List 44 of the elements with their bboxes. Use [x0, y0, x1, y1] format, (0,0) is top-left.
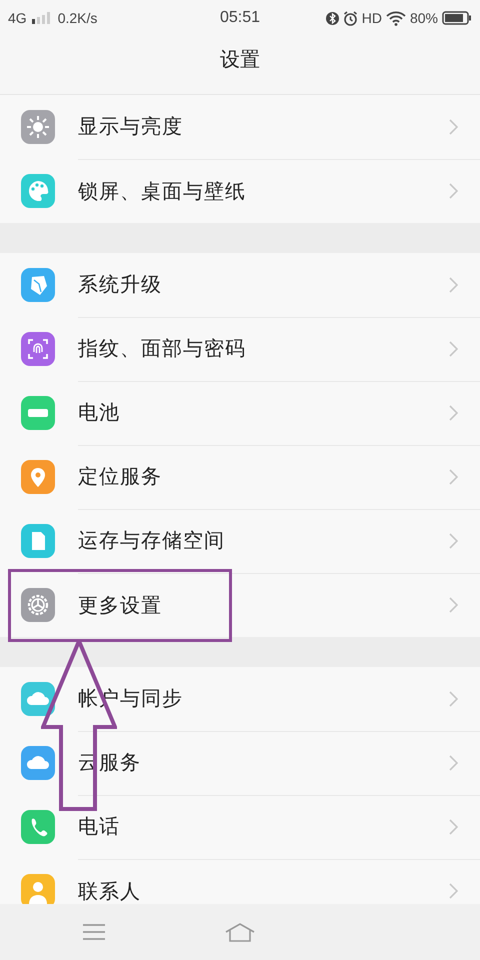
chevron-icon [449, 469, 458, 485]
clock: 05:51 [220, 9, 260, 27]
chevron-icon [449, 597, 458, 613]
item-label: 定位服务 [78, 463, 162, 490]
item-label: 更多设置 [78, 592, 162, 618]
page-title: 设置 [220, 46, 260, 72]
bluetooth-icon [326, 10, 339, 26]
item-label: 电话 [78, 813, 120, 840]
chevron-icon [449, 533, 458, 549]
chevron-icon [449, 341, 458, 357]
chevron-icon [449, 405, 458, 421]
chevron-icon [449, 119, 458, 135]
network-type: 4G [8, 10, 27, 26]
home-icon[interactable] [225, 922, 255, 942]
item-label: 电池 [78, 399, 120, 426]
signal-icon [32, 12, 50, 24]
item-label: 运存与存储空间 [78, 527, 225, 554]
settings-item[interactable]: 锁屏、桌面与壁纸 [0, 159, 480, 223]
settings-item[interactable]: 电话 [0, 795, 480, 859]
battery-icon [442, 11, 472, 25]
chevron-icon [449, 819, 458, 835]
chevron-icon [449, 755, 458, 771]
item-label: 指纹、面部与密码 [78, 335, 246, 362]
settings-item[interactable]: 指纹、面部与密码 [0, 317, 480, 381]
settings-item[interactable]: 系统升级 [0, 253, 480, 317]
chevron-icon [449, 277, 458, 293]
alarm-icon [342, 10, 358, 26]
settings-item[interactable]: 运存与存储空间 [0, 509, 480, 573]
item-label: 显示与亮度 [78, 113, 183, 140]
battery-percent: 80% [410, 10, 438, 26]
settings-item[interactable]: 更多设置 [0, 573, 480, 637]
hd-indicator: HD [362, 10, 382, 26]
settings-item[interactable]: 电池 [0, 381, 480, 445]
item-label: 联系人 [78, 878, 141, 904]
menu-icon[interactable] [83, 923, 105, 941]
wifi-icon [386, 10, 406, 26]
item-label: 系统升级 [78, 271, 162, 298]
chevron-icon [449, 183, 458, 199]
chevron-icon [449, 691, 458, 707]
item-label: 锁屏、桌面与壁纸 [78, 178, 246, 204]
settings-item[interactable]: 显示与亮度 [0, 95, 480, 159]
chevron-icon [449, 883, 458, 899]
settings-item[interactable]: 定位服务 [0, 445, 480, 509]
network-speed: 0.2K/s [58, 10, 98, 26]
